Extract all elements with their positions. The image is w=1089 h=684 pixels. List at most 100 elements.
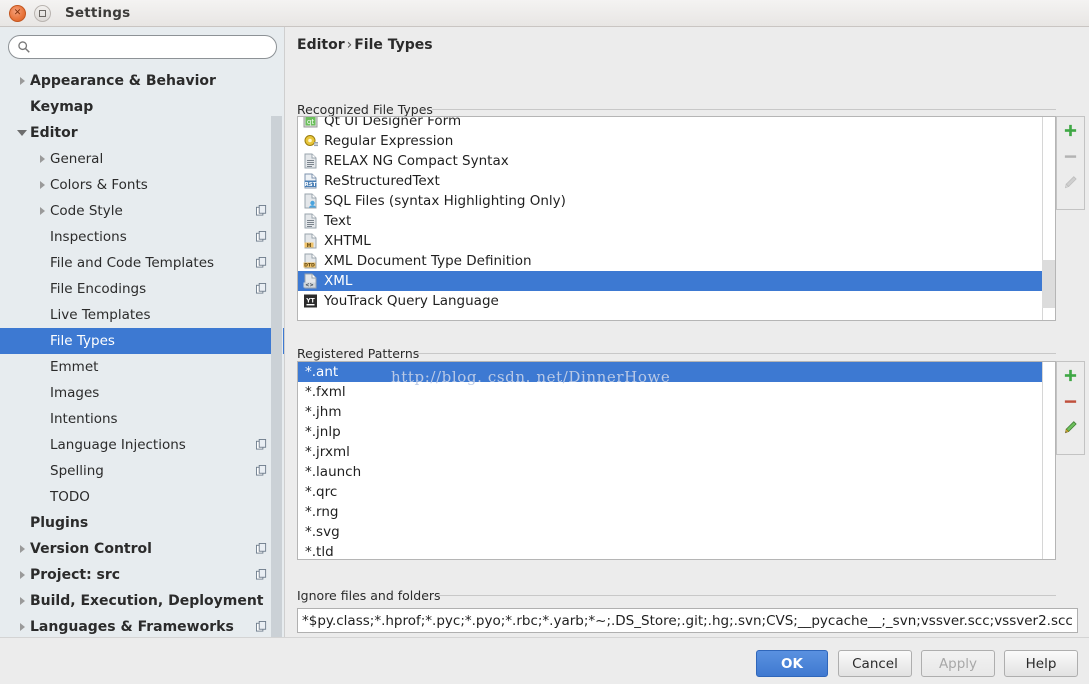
- copy-settings-icon[interactable]: [256, 439, 267, 450]
- sidebar-item-spelling[interactable]: Spelling: [0, 458, 284, 484]
- cancel-button[interactable]: Cancel: [838, 650, 912, 677]
- remove-pattern-button[interactable]: [1057, 388, 1084, 414]
- copy-settings-icon[interactable]: [256, 569, 267, 580]
- chevron-down-icon[interactable]: [14, 130, 30, 136]
- pattern-row[interactable]: *.tld: [298, 542, 1043, 560]
- sidebar-item-language-injections[interactable]: Language Injections: [0, 432, 284, 458]
- sidebar-item-label: Version Control: [30, 541, 152, 557]
- copy-settings-icon[interactable]: [256, 205, 267, 216]
- svg-text:<>: <>: [305, 283, 313, 289]
- chevron-right-icon[interactable]: [34, 207, 50, 215]
- maximize-icon[interactable]: [34, 4, 51, 22]
- sidebar-item-file-encodings[interactable]: File Encodings: [0, 276, 284, 302]
- copy-settings-icon[interactable]: [256, 231, 267, 242]
- copy-settings-icon[interactable]: [256, 257, 267, 268]
- xhtml-file-icon: H: [304, 233, 317, 249]
- registered-patterns-list[interactable]: *.ant *.fxml *.jhm *.jnlp *.jrxml *.launch *.q…: [297, 361, 1056, 560]
- settings-tree[interactable]: Appearance & Behavior Keymap Editor General…: [0, 68, 284, 637]
- file-type-row[interactable]: RST ReStructuredText: [298, 171, 1043, 191]
- recognized-scrollbar-thumb[interactable]: [1042, 260, 1055, 308]
- sidebar-item-live-templates[interactable]: Live Templates: [0, 302, 284, 328]
- file-type-row[interactable]: Regular Expression: [298, 131, 1043, 151]
- copy-settings-icon[interactable]: [256, 465, 267, 476]
- sidebar-item-editor[interactable]: Editor: [0, 120, 284, 146]
- ignore-files-input[interactable]: [297, 608, 1078, 633]
- pattern-label: *.tld: [305, 544, 334, 560]
- svg-text:DTD: DTD: [304, 263, 315, 269]
- sidebar-item-inspections[interactable]: Inspections: [0, 224, 284, 250]
- sidebar-item-images[interactable]: Images: [0, 380, 284, 406]
- pattern-label: *.svg: [305, 524, 340, 540]
- pattern-row[interactable]: *.fxml: [298, 382, 1043, 402]
- patterns-scrollbar-track[interactable]: [1042, 362, 1055, 559]
- recognized-file-types-list[interactable]: qt Qt UI Designer Form Regular Expression R…: [297, 116, 1056, 321]
- recognized-scrollbar-track[interactable]: [1042, 117, 1055, 320]
- sidebar-item-label: Intentions: [50, 411, 118, 427]
- file-type-row[interactable]: SQL Files (syntax Highlighting Only): [298, 191, 1043, 211]
- add-file-type-button[interactable]: [1057, 117, 1084, 143]
- sidebar-item-label: File Encodings: [50, 281, 147, 297]
- sidebar-item-languages-frameworks[interactable]: Languages & Frameworks: [0, 614, 284, 637]
- pattern-row[interactable]: *.jnlp: [298, 422, 1043, 442]
- breadcrumb-parent[interactable]: Editor: [297, 37, 345, 53]
- recognized-group-rule: [432, 109, 1056, 110]
- settings-dialog: ✕ Settings Appearance & Behavior Keymap Ed…: [0, 0, 1089, 684]
- chevron-right-icon[interactable]: [14, 545, 30, 553]
- help-button[interactable]: Help: [1004, 650, 1078, 677]
- sidebar-item-colors-fonts[interactable]: Colors & Fonts: [0, 172, 284, 198]
- sidebar-item-general[interactable]: General: [0, 146, 284, 172]
- add-pattern-button[interactable]: [1057, 362, 1084, 388]
- pencil-icon: [1064, 175, 1077, 188]
- ok-button[interactable]: OK: [756, 650, 828, 677]
- sidebar-item-file-types[interactable]: File Types: [0, 328, 284, 354]
- sidebar-item-appearance-behavior[interactable]: Appearance & Behavior: [0, 68, 284, 94]
- file-type-row[interactable]: Text: [298, 211, 1043, 231]
- chevron-right-icon[interactable]: [14, 623, 30, 631]
- edit-pattern-button[interactable]: [1057, 414, 1084, 440]
- chevron-right-icon[interactable]: [14, 597, 30, 605]
- pattern-row[interactable]: *.svg: [298, 522, 1043, 542]
- recognized-toolbar: [1056, 116, 1085, 210]
- file-type-row[interactable]: DTD XML Document Type Definition: [298, 251, 1043, 271]
- sidebar-item-emmet[interactable]: Emmet: [0, 354, 284, 380]
- chevron-right-icon[interactable]: [14, 77, 30, 85]
- sidebar-item-keymap[interactable]: Keymap: [0, 94, 284, 120]
- sidebar-item-plugins[interactable]: Plugins: [0, 510, 284, 536]
- file-type-row[interactable]: H XHTML: [298, 231, 1043, 251]
- search-box[interactable]: [8, 35, 277, 59]
- sidebar-item-label: Code Style: [50, 203, 123, 219]
- file-type-row[interactable]: RELAX NG Compact Syntax: [298, 151, 1043, 171]
- sidebar-item-build-execution-deployment[interactable]: Build, Execution, Deployment: [0, 588, 284, 614]
- copy-settings-icon[interactable]: [256, 543, 267, 554]
- pattern-row[interactable]: *.ant: [298, 362, 1043, 382]
- copy-settings-icon[interactable]: [256, 283, 267, 294]
- file-type-label: Regular Expression: [324, 133, 454, 149]
- file-type-row[interactable]: qt Qt UI Designer Form: [298, 117, 1043, 131]
- sidebar-item-label: Inspections: [50, 229, 127, 245]
- pattern-row[interactable]: *.jrxml: [298, 442, 1043, 462]
- svg-text:H: H: [307, 243, 312, 249]
- sidebar-item-todo[interactable]: TODO: [0, 484, 284, 510]
- file-type-label: RELAX NG Compact Syntax: [324, 153, 509, 169]
- pattern-row[interactable]: *.rng: [298, 502, 1043, 522]
- file-type-row[interactable]: <> XML: [298, 271, 1043, 291]
- sidebar-item-version-control[interactable]: Version Control: [0, 536, 284, 562]
- close-icon[interactable]: ✕: [9, 4, 26, 22]
- sql-file-icon-wrap: [303, 193, 319, 209]
- chevron-right-icon[interactable]: [14, 571, 30, 579]
- pattern-row[interactable]: *.qrc: [298, 482, 1043, 502]
- sidebar-item-intentions[interactable]: Intentions: [0, 406, 284, 432]
- pattern-row[interactable]: *.jhm: [298, 402, 1043, 422]
- sidebar-item-code-style[interactable]: Code Style: [0, 198, 284, 224]
- search-input[interactable]: [8, 35, 277, 59]
- sidebar-scrollbar-thumb[interactable]: [271, 116, 282, 637]
- pattern-row[interactable]: *.launch: [298, 462, 1043, 482]
- chevron-right-icon[interactable]: [34, 155, 50, 163]
- sidebar-item-project-src[interactable]: Project: src: [0, 562, 284, 588]
- chevron-right-icon[interactable]: [34, 181, 50, 189]
- copy-settings-icon[interactable]: [256, 621, 267, 632]
- file-type-row[interactable]: YT YouTrack Query Language: [298, 291, 1043, 311]
- pattern-label: *.rng: [305, 504, 339, 520]
- sidebar-item-file-and-code-templates[interactable]: File and Code Templates: [0, 250, 284, 276]
- sidebar-scrollbar-track[interactable]: [271, 68, 283, 637]
